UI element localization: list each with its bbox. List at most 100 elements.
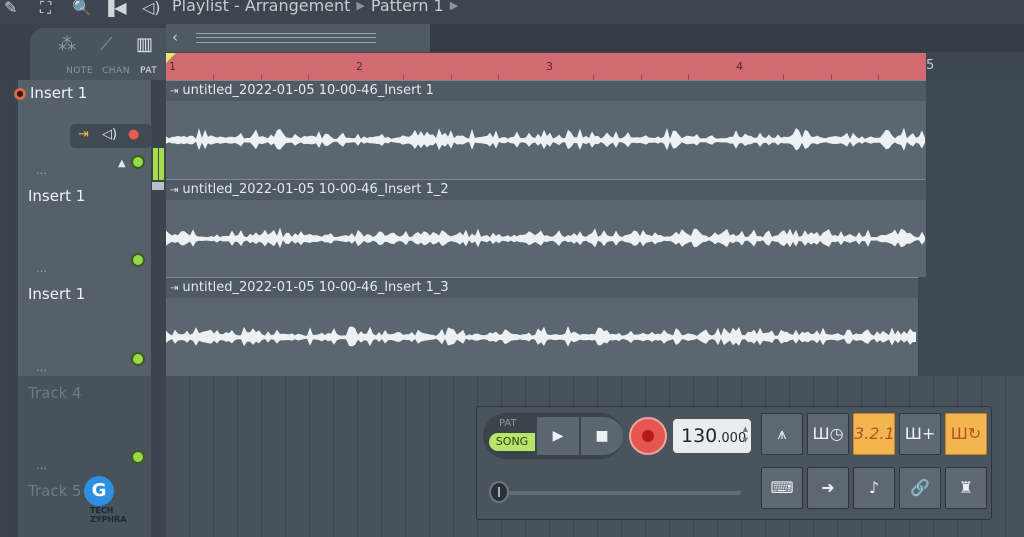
midi-learn-button[interactable]: ♜ [945, 467, 987, 509]
track-mute-led[interactable] [131, 155, 145, 169]
volume-icon[interactable]: ◁) [142, 0, 161, 20]
clip-menu-icon[interactable]: ⇥ [170, 185, 178, 196]
stop-icon: ■ [595, 428, 609, 444]
breadcrumb: Playlist - Arrangement ▶ Pattern 1 ▶ [172, 0, 464, 15]
bar-number: 3 [546, 60, 553, 73]
step-edit-button[interactable]: Ш+ [899, 413, 941, 455]
tempo-spin-icon[interactable]: ▲ ▼ [743, 424, 748, 446]
master-pitch-knob[interactable] [489, 481, 509, 503]
breadcrumb-playlist[interactable]: Playlist - Arrangement [172, 0, 350, 15]
waveform [166, 227, 925, 249]
logo-line-2: ZYPHRA [90, 515, 127, 524]
pat-mode-label[interactable]: PAT [499, 418, 517, 429]
track-mute-led[interactable] [131, 450, 145, 464]
horizontal-scrollbar[interactable]: ‹ [166, 24, 430, 52]
clip-name: untitled_2022-01-05 10-00-46_Insert 1_2 [182, 182, 449, 197]
metronome-button[interactable]: ⩚ [761, 413, 803, 455]
clip-header[interactable]: ⇥ untitled_2022-01-05 10-00-46_Insert 1 [166, 81, 926, 101]
waveform [166, 325, 916, 347]
loop-record-button[interactable]: Ш↻ [945, 413, 987, 455]
chan-mode-icon[interactable]: ⟋ [100, 34, 113, 55]
typing-keyboard-button[interactable]: ⌨ [761, 467, 803, 509]
multilink-button[interactable]: 🔗 [899, 467, 941, 509]
breadcrumb-separator-icon: ▶ [356, 0, 365, 12]
track-header-2[interactable]: Insert 1 … [8, 179, 151, 277]
note-mode-icon[interactable]: ⁂ [58, 34, 76, 55]
monitor-icon[interactable]: ◁) [102, 127, 117, 142]
track-lane-2[interactable]: ⇥ untitled_2022-01-05 10-00-46_Insert 1_2 [166, 179, 1024, 277]
countdown-label: 3.2.1 [854, 424, 895, 443]
link-icon: 🔗 [910, 478, 930, 497]
scroll-left-icon[interactable]: ‹ [172, 28, 178, 46]
fullscreen-icon[interactable]: ⛶ [40, 0, 51, 20]
clip-name: untitled_2022-01-05 10-00-46_Insert 1_3 [182, 280, 449, 295]
record-arm-icon[interactable]: ● [14, 88, 26, 100]
master-pitch-track[interactable] [491, 491, 741, 495]
song-mode-label[interactable]: SONG [489, 433, 535, 451]
play-button[interactable]: ▶ [537, 417, 579, 455]
ruler-background [430, 24, 1024, 52]
bar-number: 4 [736, 60, 743, 73]
blend-icon: ♪ [868, 478, 880, 497]
playback-controls: PAT SONG ▶ ■ [483, 413, 623, 459]
track-audio-controls: ⇥ ◁) ● [70, 124, 152, 148]
track-header-1[interactable]: ● Insert 1 ⇥ ◁) ● ▲ … [8, 80, 152, 179]
audio-clip[interactable]: ⇥ untitled_2022-01-05 10-00-46_Insert 1_2 [166, 179, 926, 277]
track-header-4[interactable]: Track 4 … [8, 376, 151, 474]
tempo-integer: 130 [681, 425, 718, 447]
pat-mode-label: PAT [140, 66, 158, 76]
clip-header[interactable]: ⇥ untitled_2022-01-05 10-00-46_Insert 1_2 [166, 180, 926, 200]
track-name[interactable]: Insert 1 [28, 285, 85, 303]
track-mute-led[interactable] [131, 352, 145, 366]
input-icon[interactable]: ⇥ [78, 127, 89, 142]
scroll-follow-button[interactable]: ➜ [807, 467, 849, 509]
track-grip-icon[interactable]: … [36, 361, 48, 374]
scrollbar-thumb[interactable] [196, 33, 376, 43]
pat-mode-icon[interactable]: ▥ [136, 34, 153, 55]
waveform [166, 127, 925, 151]
track-name[interactable]: Track 5 [28, 482, 82, 500]
tempo-display[interactable]: 130.000 ▲ ▼ [673, 419, 751, 453]
stop-button[interactable]: ■ [581, 417, 623, 455]
collapse-icon[interactable]: ▲ [118, 158, 126, 169]
track-grip-icon[interactable]: … [36, 262, 48, 275]
watermark-logo: G TECH ZYPHRA [78, 476, 138, 526]
track-header-3[interactable]: Insert 1 … [8, 277, 151, 376]
track-lane-1[interactable]: ⇥ untitled_2022-01-05 10-00-46_Insert 1 [166, 80, 1024, 179]
metronome-icon: ⩚ [777, 424, 787, 443]
track-grip-icon[interactable]: … [36, 459, 48, 472]
pin-icon[interactable]: ✎ [4, 0, 17, 20]
record-button[interactable] [629, 417, 667, 455]
wait-icon: Ш◷ [812, 424, 844, 443]
bar-number: 2 [356, 60, 363, 73]
title-bar: ✎ ⛶ 🔍 ▐◀ ◁) Playlist - Arrangement ▶ Patte… [0, 0, 1024, 24]
chan-mode-label: CHAN [102, 66, 130, 76]
bar-number: 1 [169, 60, 176, 73]
timeline-ruler[interactable]: 1 2 3 4 [166, 53, 926, 80]
speaker-icon[interactable]: ▐◀ [102, 0, 127, 20]
track-name[interactable]: Insert 1 [30, 84, 87, 102]
clip-header[interactable]: ⇥ untitled_2022-01-05 10-00-46_Insert 1_3 [166, 278, 918, 298]
track-name[interactable]: Insert 1 [28, 187, 85, 205]
timeline-ruler-extension[interactable]: 5 [926, 53, 1024, 80]
blend-notes-button[interactable]: ♪ [853, 467, 895, 509]
audio-clip[interactable]: ⇥ untitled_2022-01-05 10-00-46_Insert 1 [166, 80, 926, 179]
breadcrumb-pattern[interactable]: Pattern 1 [371, 0, 444, 15]
zoom-icon[interactable]: 🔍 [72, 0, 92, 20]
clip-menu-icon[interactable]: ⇥ [170, 283, 178, 294]
countdown-button[interactable]: 3.2.1 [853, 413, 895, 455]
track-grip-icon[interactable]: … [36, 164, 48, 177]
logo-g-icon: G [84, 476, 114, 506]
audio-clip[interactable]: ⇥ untitled_2022-01-05 10-00-46_Insert 1_3 [166, 277, 918, 376]
pat-song-toggle[interactable]: PAT SONG [487, 417, 535, 455]
mode-tab-strip: ⁂ ⟋ ▥ NOTE CHAN PAT [30, 28, 166, 80]
arrow-right-icon: ➜ [821, 478, 835, 497]
track-lane-3[interactable]: ⇥ untitled_2022-01-05 10-00-46_Insert 1_3 [166, 277, 1024, 376]
knob-icon: ♜ [958, 478, 974, 497]
wait-for-input-button[interactable]: Ш◷ [807, 413, 849, 455]
clip-menu-icon[interactable]: ⇥ [170, 86, 178, 97]
track-name[interactable]: Track 4 [28, 384, 82, 402]
clip-name: untitled_2022-01-05 10-00-46_Insert 1 [182, 83, 434, 98]
record-icon[interactable]: ● [128, 127, 139, 142]
track-mute-led[interactable] [131, 253, 145, 267]
